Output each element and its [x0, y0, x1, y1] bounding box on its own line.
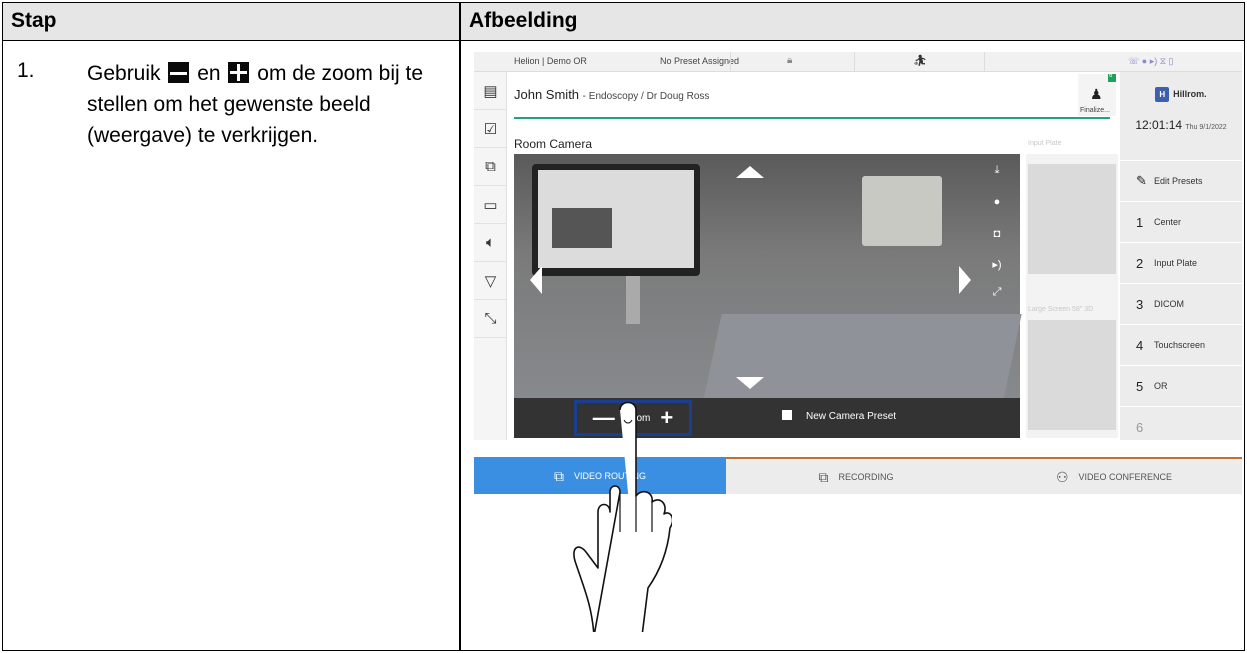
preset-number: 1	[1136, 214, 1144, 230]
preset-status: No Preset Assigned	[660, 56, 740, 66]
finalize-button[interactable]: 6 ♟ Finalize...	[1078, 73, 1116, 116]
lock-button[interactable]: 🔒︎	[730, 52, 854, 72]
step-text-before: Gebruik	[87, 62, 161, 85]
pan-left-arrow[interactable]	[530, 266, 542, 294]
tab-recording[interactable]: ⧉ RECORDING	[726, 457, 986, 494]
patient-details: - Endoscopy / Dr Doug Ross	[582, 91, 710, 102]
status-icons: ☏ ● ▸) ⧖ ▯	[1128, 56, 1174, 66]
preset-number: 4	[1136, 337, 1144, 353]
preset-4[interactable]: 4 Touchscreen	[1120, 324, 1242, 365]
preset-number: 6	[1136, 419, 1144, 435]
preset-label: DICOM	[1154, 299, 1184, 309]
tab-label: RECORDING	[838, 472, 894, 482]
fullscreen-icon[interactable]: ⤢	[984, 286, 1010, 299]
pan-down-arrow[interactable]	[736, 377, 764, 389]
brand-logo: H Hillrom.	[1133, 82, 1229, 106]
clock-time: 12:01:14	[1135, 118, 1183, 132]
tab-video-conference[interactable]: ⚇ VIDEO CONFERENCE	[986, 457, 1242, 494]
ghost-thumbnail	[1028, 320, 1116, 430]
video-conference-icon: ⚇	[1055, 468, 1069, 485]
preset-label: Input Plate	[1154, 258, 1198, 268]
minus-icon	[168, 62, 190, 83]
lock-icon: 🔒︎	[787, 55, 793, 66]
edit-presets-button[interactable]: ✎ Edit Presets	[1120, 160, 1242, 201]
preset-6[interactable]: 6	[1120, 406, 1242, 447]
finalize-label: Finalize...	[1080, 107, 1110, 114]
preset-label: Edit Presets	[1154, 176, 1203, 186]
logo-mark: H	[1155, 86, 1170, 102]
column-divider	[459, 3, 461, 650]
clock-date: Thu 9/1/2022	[1185, 124, 1227, 131]
medical-equipment	[862, 176, 942, 246]
ghost-label: Large Screen 58" 3D	[1028, 306, 1094, 313]
pan-up-arrow[interactable]	[736, 166, 764, 178]
recording-icon: ⧉	[818, 468, 829, 485]
left-toolbar: ▤ ☑ ⧉ ▭ 🔈︎ ▽ ⤡	[474, 72, 507, 440]
ghost-thumbnail	[1028, 164, 1116, 274]
monitor-pole	[626, 276, 640, 324]
preset-number: 5	[1136, 378, 1144, 394]
location-label: Helion | Demo OR	[514, 56, 587, 66]
wall-monitor	[532, 164, 700, 276]
preset-2[interactable]: 2 Input Plate	[1120, 242, 1242, 283]
patient-card-icon[interactable]: ▤	[474, 72, 507, 110]
preset-panel: H Hillrom. 12:01:14 Thu 9/1/2022 ✎ Edit …	[1120, 72, 1242, 440]
source-title: Room Camera	[514, 137, 593, 151]
ghost-label: Input Plate	[1028, 140, 1062, 147]
person-transfer-icon: ⛹︎	[913, 55, 927, 67]
finalize-badge: 6	[1108, 73, 1116, 82]
step-number: 1.	[17, 59, 35, 82]
preset-number: 2	[1136, 255, 1144, 271]
patient-name: John Smith	[514, 87, 580, 102]
new-camera-preset-button[interactable]: New Camera Preset	[782, 410, 896, 422]
pan-right-arrow[interactable]	[959, 266, 971, 294]
camera-control-icon[interactable]: ⤡	[474, 300, 507, 338]
video-tools: ⤓ ● ◘ ▸) ⤢	[984, 158, 1010, 308]
patient-divider	[514, 117, 1110, 119]
preset-label: Center	[1154, 217, 1182, 227]
preset-1[interactable]: 1 Center	[1120, 201, 1242, 242]
background-source-tiles: Large Screen 58" 3D	[1026, 154, 1118, 438]
transfer-button[interactable]: ⛹︎	[854, 52, 984, 72]
header-image: Afbeelding	[469, 9, 578, 32]
pencil-icon: ✎	[1136, 173, 1147, 188]
layout-icon[interactable]: ⧉	[474, 148, 507, 186]
exit-icon[interactable]: ⤓	[984, 164, 1010, 177]
display-icon[interactable]: ▭	[474, 186, 507, 224]
preset-number: 3	[1136, 296, 1144, 312]
pointing-hand-icon	[573, 401, 672, 632]
stream-icon[interactable]: ▸)	[984, 258, 1010, 271]
clock: 12:01:14 Thu 9/1/2022	[1120, 118, 1242, 132]
step-text-middle: en	[197, 62, 221, 85]
table-header: Stap Afbeelding	[3, 3, 1244, 41]
snapshot-icon[interactable]: ◘	[984, 228, 1010, 240]
preset-3[interactable]: 3 DICOM	[1120, 283, 1242, 324]
new-preset-label: New Camera Preset	[806, 411, 897, 422]
status-bar: Helion | Demo OR No Preset Assigned 🔒︎ ⛹…	[474, 52, 1242, 72]
logo-name: Hillrom.	[1173, 89, 1207, 99]
audio-icon[interactable]: 🔈︎	[474, 224, 507, 262]
preset-label: OR	[1154, 381, 1168, 391]
preset-label: Touchscreen	[1154, 340, 1206, 350]
light-icon[interactable]: ▽	[474, 262, 507, 300]
plus-icon	[228, 62, 250, 83]
preset-5[interactable]: 5 OR	[1120, 365, 1242, 406]
checklist-icon[interactable]: ☑	[474, 110, 507, 148]
save-icon	[782, 410, 792, 420]
header-step: Stap	[11, 9, 57, 32]
record-icon[interactable]: ●	[984, 196, 1010, 208]
step-instruction: Gebruik en om de zoom bij te stellen om …	[87, 58, 455, 151]
user-check-icon: ♟	[1090, 86, 1103, 102]
patient-header: John Smith - Endoscopy / Dr Doug Ross	[514, 87, 709, 102]
tab-label: VIDEO CONFERENCE	[1078, 472, 1173, 482]
